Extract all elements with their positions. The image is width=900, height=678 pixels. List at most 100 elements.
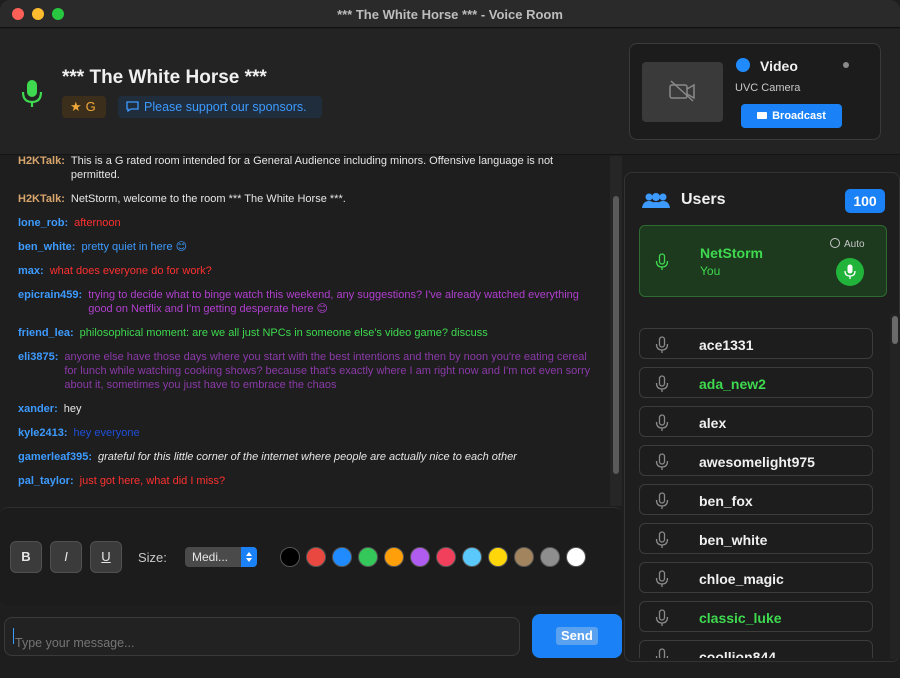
text-caret (13, 628, 14, 644)
chat-text: anyone else have those days where you st… (64, 351, 591, 391)
auto-toggle[interactable]: Auto (830, 238, 865, 250)
color-swatch[interactable] (436, 547, 456, 567)
chat-username[interactable]: eli3875: (18, 350, 58, 392)
chat-text: afternoon (74, 217, 121, 229)
color-swatch[interactable] (358, 547, 378, 567)
current-user-card[interactable]: NetStorm You Auto (639, 225, 887, 297)
chat-message: H2KTalk: NetStorm, welcome to the room **… (18, 192, 598, 206)
mic-toggle-button[interactable] (836, 258, 864, 286)
user-name: alex (699, 415, 727, 431)
chat-message: H2KTalk: This is a G rated room intended … (18, 156, 598, 182)
chat-username[interactable]: gamerleaf395: (18, 450, 92, 464)
user-list-item[interactable]: coollion844 (639, 640, 873, 658)
user-name: ada_new2 (699, 376, 766, 392)
user-name: ace1331 (699, 337, 754, 353)
microphone-icon (655, 414, 669, 431)
chat-log[interactable]: H2KTalk: This is a G rated room intended … (0, 156, 622, 506)
user-name: classic_luke (699, 610, 782, 626)
user-list-item[interactable]: chloe_magic (639, 562, 873, 593)
broadcast-label: Broadcast (772, 110, 826, 122)
chat-text: what does everyone do for work? (49, 265, 212, 277)
video-icon (757, 112, 768, 119)
message-input[interactable] (4, 617, 520, 656)
broadcast-button[interactable]: Broadcast (741, 104, 842, 128)
auto-icon (830, 238, 840, 248)
color-swatch[interactable] (384, 547, 404, 567)
chat-username[interactable]: ben_white: (18, 240, 75, 254)
color-swatch[interactable] (280, 547, 300, 567)
users-scrollbar[interactable] (890, 314, 900, 659)
sponsor-link[interactable]: Please support our sponsors. (118, 96, 322, 118)
users-count-badge: 100 (845, 189, 885, 213)
user-name: ben_white (699, 532, 768, 548)
user-list-item[interactable]: ada_new2 (639, 367, 873, 398)
chat-message: friend_lea: philosophical moment: are we … (18, 326, 598, 340)
user-list-item[interactable]: ben_fox (639, 484, 873, 515)
chat-scrollbar-thumb[interactable] (613, 196, 619, 474)
camera-preview (642, 62, 723, 122)
color-swatch[interactable] (488, 547, 508, 567)
font-size-select[interactable]: Medi... (185, 547, 257, 567)
chat-username[interactable]: H2KTalk: (18, 156, 65, 182)
color-swatch[interactable] (410, 547, 430, 567)
users-scrollbar-thumb[interactable] (892, 316, 898, 344)
chat-message: max: what does everyone do for work? (18, 264, 598, 278)
user-name: coollion844 (699, 649, 777, 658)
video-camera-icon (736, 58, 750, 72)
users-icon (642, 193, 670, 208)
chat-message: eli3875: anyone else have those days wher… (18, 350, 598, 392)
chat-username[interactable]: pal_taylor: (18, 474, 74, 488)
bold-button[interactable]: B (10, 541, 42, 573)
chevron-updown-icon (241, 547, 257, 567)
user-list-item[interactable]: awesomelight975 (639, 445, 873, 476)
video-label: Video (760, 58, 798, 74)
current-user-name: NetStorm (700, 245, 764, 261)
chat-message: lone_rob: afternoon (18, 216, 598, 230)
microphone-icon (655, 609, 669, 626)
color-swatch[interactable] (306, 547, 326, 567)
message-icon (126, 101, 139, 113)
chat-username[interactable]: xander: (18, 402, 58, 416)
users-title: Users (681, 191, 726, 208)
microphone-icon (21, 80, 43, 107)
chat-message: ben_white: pretty quiet in here 😊 (18, 240, 598, 254)
underline-button[interactable]: U (90, 541, 122, 573)
video-panel: Video UVC Camera Broadcast (629, 43, 881, 140)
chat-message: xander: hey (18, 402, 598, 416)
user-list-item[interactable]: ben_white (639, 523, 873, 554)
camera-name: UVC Camera (735, 82, 801, 94)
size-label: Size: (138, 550, 167, 565)
chat-username[interactable]: friend_lea: (18, 326, 74, 340)
star-icon: ★ (70, 99, 82, 114)
chat-username[interactable]: epicrain459: (18, 288, 82, 316)
user-list-item[interactable]: alex (639, 406, 873, 437)
italic-button[interactable]: I (50, 541, 82, 573)
room-header: *** The White Horse *** ★ G Please suppor… (0, 29, 900, 155)
microphone-icon (655, 336, 669, 353)
user-list-item[interactable]: ace1331 (639, 328, 873, 359)
color-swatch[interactable] (514, 547, 534, 567)
user-name: ben_fox (699, 493, 753, 509)
sponsor-text: Please support our sponsors. (144, 100, 307, 114)
chat-username[interactable]: kyle2413: (18, 426, 68, 440)
chat-username[interactable]: max: (18, 264, 44, 278)
user-name: awesomelight975 (699, 454, 815, 470)
title-bar: *** The White Horse *** - Voice Room (0, 0, 900, 28)
video-status-dot (843, 62, 849, 68)
font-size-value: Medi... (192, 550, 229, 564)
user-list: ace1331 ada_new2alex awesomelight975 ben_fo… (639, 328, 873, 658)
color-swatch[interactable] (566, 547, 586, 567)
send-button[interactable]: Send (532, 614, 622, 658)
chat-message: epicrain459: trying to decide what to bin… (18, 288, 598, 316)
microphone-icon (655, 253, 669, 270)
user-list-item[interactable]: classic_luke (639, 601, 873, 632)
chat-username[interactable]: H2KTalk: (18, 192, 65, 206)
chat-message: kyle2413: hey everyone (18, 426, 598, 440)
color-swatch[interactable] (540, 547, 560, 567)
current-user-sub: You (700, 264, 721, 278)
chat-username[interactable]: lone_rob: (18, 216, 68, 230)
chat-text: pretty quiet in here 😊 (81, 241, 188, 253)
chat-message: pal_taylor: just got here, what did I mis… (18, 474, 598, 488)
color-swatch[interactable] (462, 547, 482, 567)
color-swatch[interactable] (332, 547, 352, 567)
